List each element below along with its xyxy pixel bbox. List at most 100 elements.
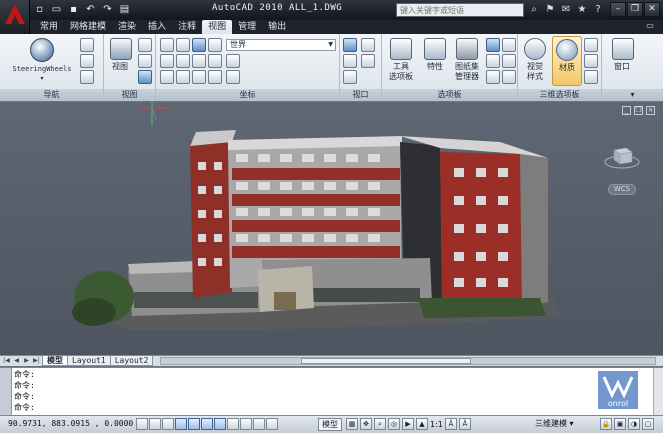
ucs-icon[interactable] [160,38,174,52]
prev-layout-icon[interactable]: ◀ [12,357,21,365]
auto-scale-icon[interactable]: Å [458,418,471,430]
command-line-scrollbar[interactable] [653,368,663,416]
viewport-close-button[interactable]: × [646,106,655,115]
annotation-scale[interactable]: 1:1 [430,420,443,429]
design-center-icon[interactable] [486,38,500,52]
ucs-view-icon[interactable] [160,70,174,84]
sheet-set-icon[interactable] [456,38,478,60]
last-layout-icon[interactable]: ▶| [32,357,41,365]
3dosnap-toggle-icon[interactable] [201,418,213,430]
drawing-viewport[interactable]: _ ❐ × WCS [0,102,663,355]
steeringwheels-label[interactable]: SteeringWheels [4,64,80,74]
next-layout-icon[interactable]: ▶ [22,357,31,365]
view-back-icon[interactable] [138,54,152,68]
calculator-icon[interactable] [502,54,516,68]
viewport-convert-icon[interactable] [343,70,357,84]
markup-icon[interactable] [502,38,516,52]
isolate-objects-icon[interactable]: ◑ [628,418,640,430]
command-line-grip[interactable] [0,368,12,416]
orbit-icon[interactable] [80,38,94,52]
tab-model[interactable]: 模型 [42,356,68,366]
viewport-restore-button[interactable]: ❐ [634,106,643,115]
ucs-z-icon[interactable] [192,54,206,68]
ucs-object-icon[interactable] [208,38,222,52]
pan-icon[interactable] [80,54,94,68]
lineweight-toggle-icon[interactable] [253,418,265,430]
hardware-acceleration-icon[interactable]: ▣ [614,418,626,430]
workspace-switch[interactable]: 三维建模 ▾ [532,418,577,431]
clean-screen-icon[interactable]: ▢ [642,418,654,430]
redo-icon[interactable]: ↷ [100,2,115,17]
command-input-line[interactable]: 命令: [14,402,35,413]
open-icon[interactable]: ▭ [49,2,64,17]
tab-render[interactable]: 渲染 [112,20,142,34]
properties-icon[interactable] [424,38,446,60]
new-icon[interactable]: ▫ [32,2,47,17]
chevron-down-icon[interactable]: ▾ [38,74,46,84]
quick-properties-toggle-icon[interactable] [266,418,278,430]
subscription-icon[interactable]: ⚑ [543,2,557,17]
ucs-origin-icon[interactable] [176,38,190,52]
named-views-icon[interactable] [110,38,132,60]
ucs-previous-icon[interactable] [208,70,222,84]
view-front-icon[interactable] [138,38,152,52]
coordinate-readout[interactable]: 90.9731, 883.0915 , 0.0000 [8,419,133,428]
command-line-icon[interactable] [486,70,500,84]
ucs-named-icon[interactable] [226,70,240,84]
save-icon[interactable]: ▪ [66,2,81,17]
model-space-button[interactable]: 模型 [318,418,342,431]
application-menu-button[interactable] [0,0,30,34]
annotation-scale-icon[interactable]: ▲ [416,418,428,430]
viewport-config-icon[interactable] [343,38,357,52]
polar-toggle-icon[interactable] [175,418,187,430]
properties-label[interactable]: 特性 [420,62,450,72]
scrollbar-thumb[interactable] [301,358,471,364]
materials-button[interactable]: 材质 [552,36,582,86]
view-iso-icon[interactable] [138,70,152,84]
communication-icon[interactable]: ✉ [559,2,573,17]
favorites-icon[interactable]: ★ [575,2,589,17]
otrack-toggle-icon[interactable] [214,418,226,430]
viewport-minimize-button[interactable]: _ [622,106,631,115]
tab-insert[interactable]: 插入 [142,20,172,34]
zoom-status-icon[interactable]: ⌕ [374,418,386,430]
tool-palettes-icon[interactable] [390,38,412,60]
zoom-icon[interactable] [80,70,94,84]
ortho-toggle-icon[interactable] [162,418,174,430]
viewcube-icon[interactable] [604,142,640,170]
tab-manage[interactable]: 管理 [232,20,262,34]
wcs-menu[interactable]: WCS [608,184,636,195]
undo-icon[interactable]: ↶ [83,2,98,17]
external-refs-icon[interactable] [502,70,516,84]
toolbar-lock-icon[interactable]: 🔒 [600,418,612,430]
steeringwheels-status-icon[interactable]: ◎ [388,418,400,430]
tab-annotate[interactable]: 注释 [172,20,202,34]
annotation-visibility-icon[interactable]: Å [444,418,457,430]
ucs-y-icon[interactable] [176,54,190,68]
tab-layout2[interactable]: Layout2 [109,356,154,366]
advanced-render-icon[interactable] [584,70,598,84]
close-button[interactable]: ✕ [644,2,660,17]
ucs-dropdown[interactable]: 世界 ▼ [226,39,336,51]
viewport-join-icon[interactable] [361,38,375,52]
search-input[interactable] [396,3,524,17]
lights-icon[interactable] [584,38,598,52]
layout-grid-icon[interactable]: ▦ [346,418,358,430]
viewport-clip-icon[interactable] [343,54,357,68]
ucs-x-icon[interactable] [160,54,174,68]
tab-mesh-modeling[interactable]: 网格建模 [64,20,112,34]
sheet-set-label[interactable]: 图纸集 管理器 [448,62,486,82]
grid-toggle-icon[interactable] [149,418,161,430]
tool-palettes-label[interactable]: 工具 选项板 [382,62,420,82]
views-button-label[interactable]: 视图 [104,62,136,72]
snap-toggle-icon[interactable] [136,418,148,430]
ducs-toggle-icon[interactable] [227,418,239,430]
pan-status-icon[interactable]: ✥ [360,418,372,430]
tab-layout1[interactable]: Layout1 [67,356,111,366]
ucs-face-icon[interactable] [226,54,240,68]
tab-output[interactable]: 输出 [262,20,292,34]
restore-button[interactable]: ❐ [627,2,643,17]
search-icon[interactable]: ⌕ [527,2,541,17]
plot-icon[interactable]: ▤ [117,2,132,17]
dbconnect-icon[interactable] [486,54,500,68]
